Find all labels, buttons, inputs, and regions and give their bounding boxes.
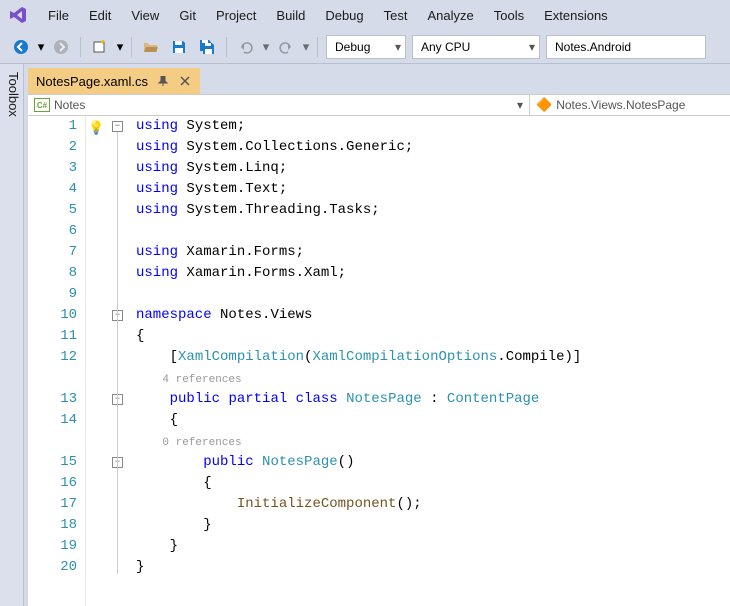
nav-scope-combo[interactable]: C# Notes ▾ <box>28 95 530 115</box>
nav-member-value: Notes.Views.NotesPage <box>556 98 685 112</box>
line-gutter: 1234567891011121314151617181920 <box>28 116 86 606</box>
new-item-button[interactable] <box>87 34 113 60</box>
menu-item-edit[interactable]: Edit <box>79 4 121 27</box>
menu-item-debug[interactable]: Debug <box>315 4 373 27</box>
menu-item-tools[interactable]: Tools <box>484 4 534 27</box>
nav-back-dropdown[interactable]: ▾ <box>36 34 46 60</box>
menu-item-test[interactable]: Test <box>374 4 418 27</box>
redo-button[interactable] <box>273 34 299 60</box>
menu-item-file[interactable]: File <box>38 4 79 27</box>
toolbox-label: Toolbox <box>6 72 21 117</box>
code-content[interactable]: using System;using System.Collections.Ge… <box>136 116 730 606</box>
toolbox-tab[interactable]: Toolbox <box>0 64 24 606</box>
separator <box>317 37 318 57</box>
menu-item-project[interactable]: Project <box>206 4 266 27</box>
toolbar: ▾ ▾ ▾ ▾ Debug ▾ Any CPU ▾ Notes.Android <box>0 30 730 64</box>
menu-item-build[interactable]: Build <box>266 4 315 27</box>
chevron-down-icon: ▾ <box>517 98 523 112</box>
open-button[interactable] <box>138 34 164 60</box>
separator <box>80 37 81 57</box>
redo-dropdown[interactable]: ▾ <box>301 34 311 60</box>
nav-forward-button[interactable] <box>48 34 74 60</box>
code-editor[interactable]: 1234567891011121314151617181920 💡 −−−− u… <box>28 116 730 606</box>
fold-margin: 💡 −−−− <box>86 116 136 606</box>
close-icon[interactable] <box>178 74 192 88</box>
save-button[interactable] <box>166 34 192 60</box>
chevron-down-icon: ▾ <box>387 40 401 54</box>
undo-button[interactable] <box>233 34 259 60</box>
separator <box>226 37 227 57</box>
file-tab-active[interactable]: NotesPage.xaml.cs <box>28 68 200 94</box>
platform-value: Any CPU <box>421 40 470 54</box>
nav-back-button[interactable] <box>8 34 34 60</box>
platform-combo[interactable]: Any CPU ▾ <box>412 35 540 59</box>
csharp-icon: C# <box>34 98 50 112</box>
file-tabs: NotesPage.xaml.cs <box>28 68 730 94</box>
chevron-down-icon: ▾ <box>521 40 535 54</box>
menu-item-git[interactable]: Git <box>169 4 206 27</box>
nav-bar: C# Notes ▾ 🔶 Notes.Views.NotesPage <box>28 94 730 116</box>
config-value: Debug <box>335 40 370 54</box>
menu-item-analyze[interactable]: Analyze <box>417 4 483 27</box>
save-all-button[interactable] <box>194 34 220 60</box>
menu-item-view[interactable]: View <box>121 4 169 27</box>
nav-member-combo[interactable]: 🔶 Notes.Views.NotesPage <box>530 95 730 115</box>
class-icon: 🔶 <box>536 97 552 113</box>
pin-icon[interactable] <box>156 74 170 88</box>
fold-toggle[interactable]: − <box>112 121 123 132</box>
startup-combo[interactable]: Notes.Android <box>546 35 706 59</box>
undo-dropdown[interactable]: ▾ <box>261 34 271 60</box>
file-tab-label: NotesPage.xaml.cs <box>36 74 148 89</box>
startup-value: Notes.Android <box>555 40 631 54</box>
config-combo[interactable]: Debug ▾ <box>326 35 406 59</box>
vs-logo-icon <box>6 3 30 27</box>
editor-area: NotesPage.xaml.cs C# Notes ▾ 🔶 Notes.Vie… <box>28 68 730 606</box>
new-item-dropdown[interactable]: ▾ <box>115 34 125 60</box>
nav-scope-value: Notes <box>54 98 85 112</box>
lightbulb-icon[interactable]: 💡 <box>88 118 104 139</box>
body: Toolbox NotesPage.xaml.cs C# Notes ▾ 🔶 <box>0 64 730 606</box>
menu-bar: FileEditViewGitProjectBuildDebugTestAnal… <box>0 0 730 30</box>
menu-item-extensions[interactable]: Extensions <box>534 4 618 27</box>
separator <box>131 37 132 57</box>
